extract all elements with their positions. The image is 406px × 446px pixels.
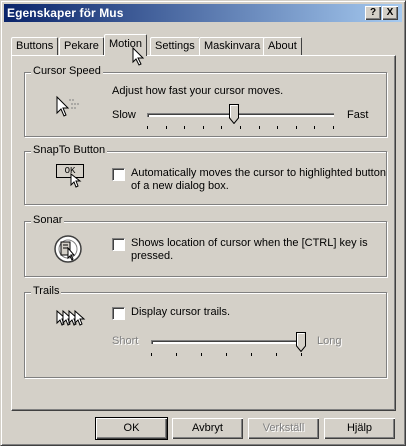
cursor-speed-icon xyxy=(56,95,79,117)
snapto-checkbox[interactable] xyxy=(112,168,125,181)
slider-tick xyxy=(333,126,334,129)
cursor-trails-icon xyxy=(56,309,86,326)
help-button[interactable]: Hjälp xyxy=(324,418,395,439)
sonar-checkbox-label-line2: pressed. xyxy=(131,250,174,262)
slider-tick xyxy=(226,353,227,356)
trails-checkbox-label: Display cursor trails. xyxy=(131,306,231,318)
slider-max-label: Fast xyxy=(347,109,369,121)
tab-pekare[interactable]: Pekare xyxy=(59,37,104,55)
slider-tick xyxy=(201,353,202,356)
slider-tick xyxy=(165,126,167,129)
slider-tick xyxy=(151,353,152,356)
cursor-speed-title: Cursor Speed xyxy=(31,65,103,77)
help-title-button[interactable]: ? xyxy=(365,6,381,20)
slider-tick xyxy=(277,126,279,129)
slider-tick xyxy=(202,126,204,129)
tab-settings[interactable]: Settings xyxy=(150,37,200,55)
tab-about[interactable]: About xyxy=(263,37,302,55)
slider-tick xyxy=(147,126,148,129)
sonar-icon xyxy=(54,235,82,263)
sonar-checkbox[interactable] xyxy=(112,238,125,251)
apply-button[interactable]: Verkställ xyxy=(248,418,319,439)
slider-tick xyxy=(240,126,241,129)
snapto-cursor-icon xyxy=(70,173,82,188)
trails-max-label: Long xyxy=(317,335,342,347)
slider-tick xyxy=(301,353,302,356)
sonar-checkbox-label-line1: Shows location of cursor when the [CTRL]… xyxy=(131,237,368,249)
title-bar[interactable]: Egenskaper för Mus ? X xyxy=(4,4,402,22)
mouse-cursor-icon xyxy=(132,47,145,66)
snapto-checkbox-label-line2: of a new dialog box. xyxy=(131,180,229,192)
slider-tick xyxy=(221,126,223,129)
cancel-button[interactable]: Avbryt xyxy=(172,418,243,439)
slider-tick xyxy=(184,126,186,129)
slider-tick xyxy=(276,353,277,356)
slider-min-label: Slow xyxy=(112,109,136,121)
close-button[interactable]: X xyxy=(382,6,398,20)
trails-checkbox[interactable] xyxy=(112,307,125,320)
mouse-properties-window: Egenskaper för Mus ? X Buttons Pekare Mo… xyxy=(0,0,406,446)
cursor-speed-slider-track[interactable] xyxy=(147,113,334,117)
slider-tick xyxy=(314,126,316,129)
slider-tick xyxy=(258,126,260,129)
window-title: Egenskaper för Mus xyxy=(7,6,124,20)
trails-slider-track[interactable] xyxy=(151,340,302,344)
snapto-title: SnapTo Button xyxy=(31,144,108,156)
ok-button[interactable]: OK xyxy=(95,417,168,440)
cursor-speed-description: Adjust how fast your cursor moves. xyxy=(112,85,284,97)
slider-tick xyxy=(251,353,252,356)
trails-title: Trails xyxy=(31,285,62,297)
slider-tick xyxy=(176,353,177,356)
snapto-checkbox-label-line1: Automatically moves the cursor to highli… xyxy=(131,167,386,179)
cursor-speed-slider-thumb[interactable] xyxy=(229,104,240,124)
tab-buttons[interactable]: Buttons xyxy=(11,37,59,55)
sonar-title: Sonar xyxy=(31,214,65,226)
tab-maskinvara[interactable]: Maskinvara xyxy=(199,37,266,55)
trails-slider-thumb[interactable] xyxy=(296,332,306,352)
slider-tick xyxy=(295,126,297,129)
trails-min-label: Short xyxy=(112,335,139,347)
